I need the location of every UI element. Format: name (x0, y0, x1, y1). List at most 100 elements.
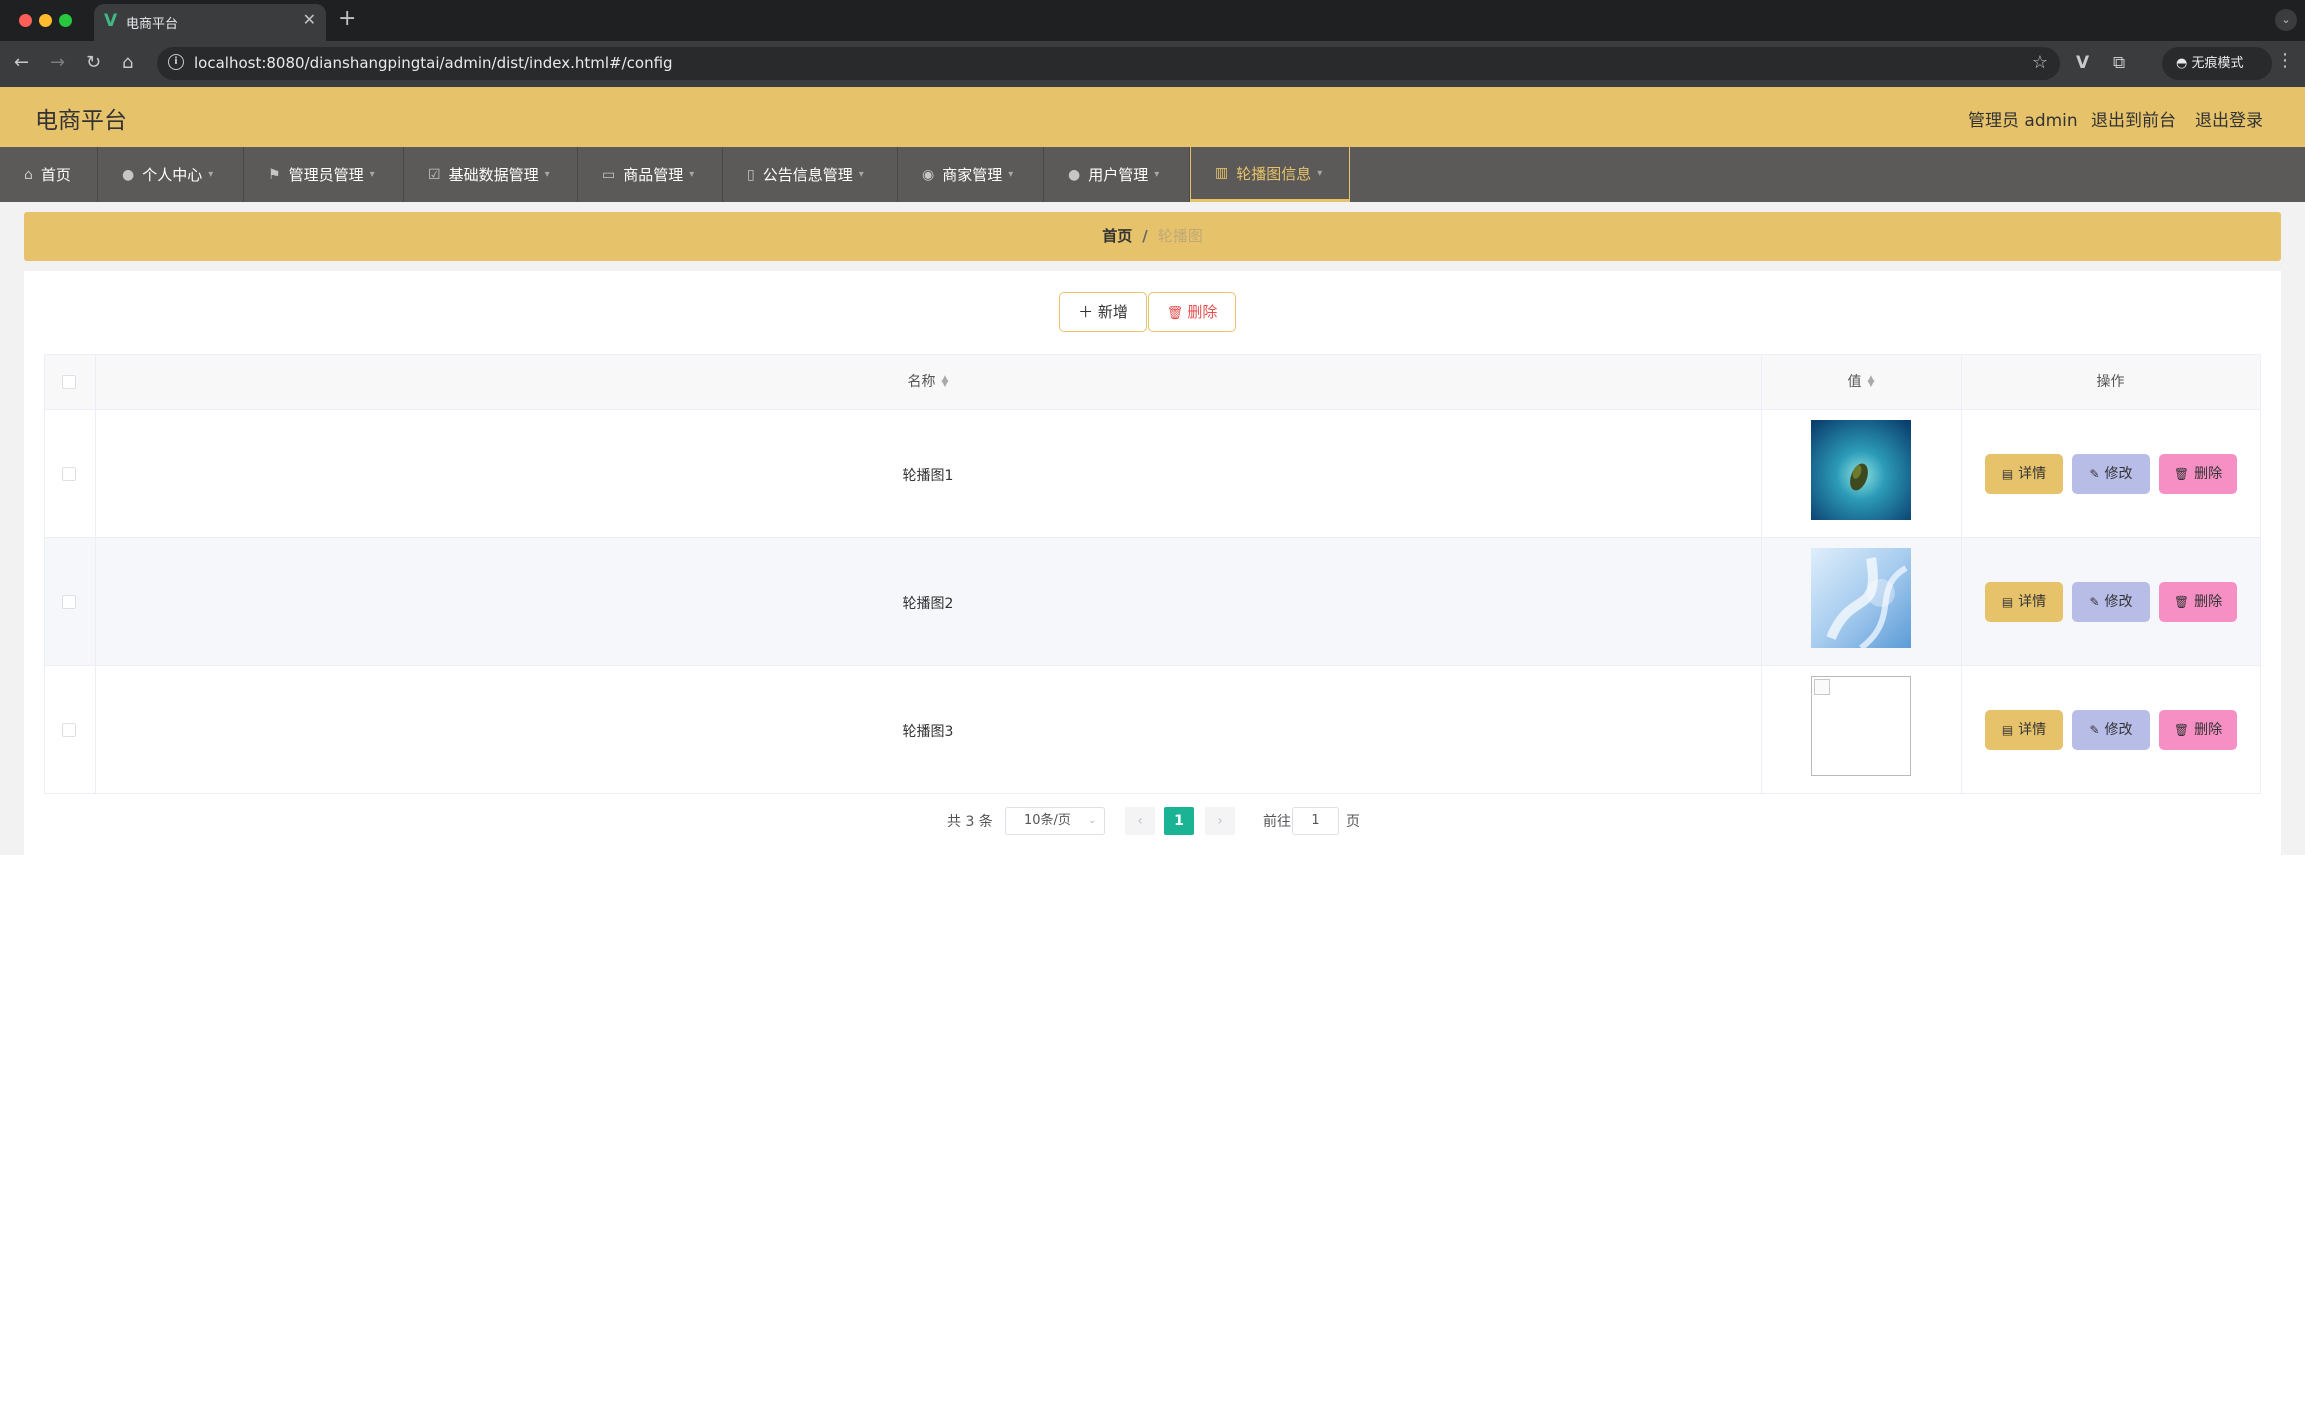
delete-button[interactable]: 🗑 删除 (2159, 582, 2237, 622)
column-actions-label: 操作 (2096, 374, 2125, 390)
column-header-actions: 操作 (1961, 355, 2260, 410)
nav-item-label: 管理员管理 (288, 166, 364, 184)
incognito-indicator[interactable]: ◓ 无痕模式 (2162, 47, 2272, 80)
site-info-icon[interactable]: i (168, 54, 184, 70)
nav-item-user-management[interactable]: ● 用户管理 ▾ (1044, 147, 1190, 202)
minimize-window-button[interactable] (39, 14, 52, 27)
page-size-select[interactable]: 10条/页 ⌄ (1005, 807, 1105, 835)
check-square-icon: ☑ (428, 166, 441, 183)
nav-item-admin-management[interactable]: ⚑ 管理员管理 ▾ (244, 147, 404, 202)
nav-item-product-management[interactable]: ▭ 商品管理 ▾ (578, 147, 723, 202)
column-divider (1761, 355, 1762, 793)
edit-label: 修改 (2104, 466, 2133, 482)
prev-page-button[interactable]: ‹ (1125, 807, 1155, 835)
extensions-icon[interactable]: ⧉ (2113, 53, 2125, 73)
maximize-window-button[interactable] (59, 14, 72, 27)
credit-card-icon: ▭ (602, 166, 616, 183)
home-icon[interactable]: ⌂ (122, 52, 133, 73)
next-page-button[interactable]: › (1205, 807, 1235, 835)
logout-link[interactable]: 退出登录 (2195, 106, 2263, 131)
goto-page-input[interactable]: 1 (1292, 807, 1339, 835)
vue-devtools-extension-icon[interactable]: V (2076, 53, 2089, 73)
page-number-current[interactable]: 1 (1164, 807, 1194, 835)
nav-item-merchant-management[interactable]: ◉ 商家管理 ▾ (898, 147, 1044, 202)
address-bar[interactable]: i localhost:8080/dianshangpingtai/admin/… (157, 47, 2060, 80)
ocean-island-image[interactable] (1811, 420, 1911, 520)
breadcrumb-separator: / (1142, 227, 1148, 245)
bookmark-star-icon[interactable]: ☆ (2032, 52, 2048, 73)
sort-icon[interactable]: ▲ ▼ (1868, 375, 1875, 389)
nav-item-personal-center[interactable]: ● 个人中心 ▾ (98, 147, 244, 202)
row-checkbox[interactable] (62, 723, 76, 737)
table-row: 轮播图1 ▤ 详情 ✎ 修改 🗑 删除 (45, 410, 2260, 538)
nav-item-notice-management[interactable]: ▯ 公告信息管理 ▾ (723, 147, 898, 202)
plus-icon: ＋ (1078, 303, 1098, 321)
pencil-icon: ✎ (2089, 595, 2100, 609)
nav-item-carousel-info[interactable]: ▥ 轮播图信息 ▾ (1190, 147, 1350, 202)
edit-button[interactable]: ✎ 修改 (2072, 582, 2150, 622)
delete-label: 删除 (2194, 722, 2223, 738)
back-icon[interactable]: ← (14, 52, 29, 73)
blue-abstract-image[interactable] (1811, 548, 1911, 648)
carousel-name: 轮播图1 (902, 468, 954, 484)
table-row: 轮播图2 ▤ 详情 ✎ 修改 🗑 删除 (45, 538, 2260, 666)
edit-label: 修改 (2104, 594, 2133, 610)
forward-icon[interactable]: → (50, 52, 65, 73)
detail-button[interactable]: ▤ 详情 (1985, 454, 2063, 494)
chevron-down-icon: ▾ (1008, 169, 1014, 180)
page-size-value: 10条/页 (1024, 813, 1071, 828)
detail-button[interactable]: ▤ 详情 (1985, 710, 2063, 750)
incognito-icon: ◓ (2176, 56, 2192, 71)
close-window-button[interactable] (19, 14, 32, 27)
user-icon: ● (122, 166, 135, 183)
detail-label: 详情 (2018, 722, 2047, 738)
select-all-checkbox[interactable] (62, 375, 76, 389)
broken-image[interactable] (1811, 676, 1911, 776)
vue-logo-icon: V (104, 11, 118, 31)
browser-toolbar: ← → ↻ ⌂ i localhost:8080/dianshangpingta… (0, 41, 2305, 87)
user-icon: ● (1068, 166, 1081, 183)
row-checkbox[interactable] (62, 595, 76, 609)
close-tab-icon[interactable]: ✕ (303, 10, 316, 29)
carousel-table: 名称 ▲▼ 值 ▲▼ 操作 轮播图1 ▤ 详情 ✎ 修改 🗑 删除 轮播图2 (44, 354, 2261, 794)
tab-search-button[interactable]: ⌄ (2275, 9, 2297, 31)
chevron-down-icon: ▾ (689, 169, 695, 180)
edit-button[interactable]: ✎ 修改 (2072, 454, 2150, 494)
trash-icon: 🗑 (2173, 467, 2190, 481)
nav-item-label: 商家管理 (942, 166, 1003, 184)
browser-tab-bar: V 电商平台 ✕ + ⌄ (0, 0, 2305, 41)
pencil-icon: ✎ (2089, 723, 2100, 737)
home-icon: ⌂ (24, 166, 33, 183)
column-divider (95, 355, 96, 793)
delete-button[interactable]: 🗑 删除 (2159, 710, 2237, 750)
trash-icon: 🗑 (2173, 723, 2190, 737)
browser-menu-icon[interactable]: ⋮ (2276, 50, 2294, 71)
table-row: 轮播图3 ▤ 详情 ✎ 修改 🗑 删除 (45, 666, 2260, 794)
sort-icon[interactable]: ▲ ▼ (942, 375, 949, 389)
add-button[interactable]: ＋ 新增 (1059, 292, 1147, 332)
column-header-name[interactable]: 名称 ▲ ▼ (95, 355, 1761, 410)
carousel-name: 轮播图2 (902, 596, 954, 612)
chevron-down-icon: ▾ (1154, 169, 1160, 180)
nav-item-label: 商品管理 (623, 166, 684, 184)
breadcrumb: 首页 / 轮播图 (24, 212, 2281, 261)
new-tab-button[interactable]: + (338, 6, 356, 31)
column-header-value[interactable]: 值 ▲ ▼ (1761, 355, 1961, 410)
column-divider (1961, 355, 1962, 793)
edit-label: 修改 (2104, 722, 2133, 738)
detail-button[interactable]: ▤ 详情 (1985, 582, 2063, 622)
edit-button[interactable]: ✎ 修改 (2072, 710, 2150, 750)
delete-label: 删除 (2194, 594, 2223, 610)
delete-button[interactable]: 🗑 删除 (2159, 454, 2237, 494)
row-checkbox[interactable] (62, 467, 76, 481)
chevron-down-icon: ▾ (1317, 167, 1323, 179)
batch-delete-button[interactable]: 🗑 删除 (1148, 292, 1236, 332)
exit-to-front-link[interactable]: 退出到前台 (2091, 106, 2176, 131)
browser-tab[interactable]: V 电商平台 ✕ (94, 4, 326, 41)
reload-icon[interactable]: ↻ (86, 52, 101, 73)
nav-item-home[interactable]: ⌂ 首页 (0, 147, 98, 202)
app-title: 电商平台 (35, 108, 127, 134)
delete-label: 删除 (2194, 466, 2223, 482)
breadcrumb-home[interactable]: 首页 (1102, 227, 1132, 245)
nav-item-basic-data[interactable]: ☑ 基础数据管理 ▾ (404, 147, 578, 202)
